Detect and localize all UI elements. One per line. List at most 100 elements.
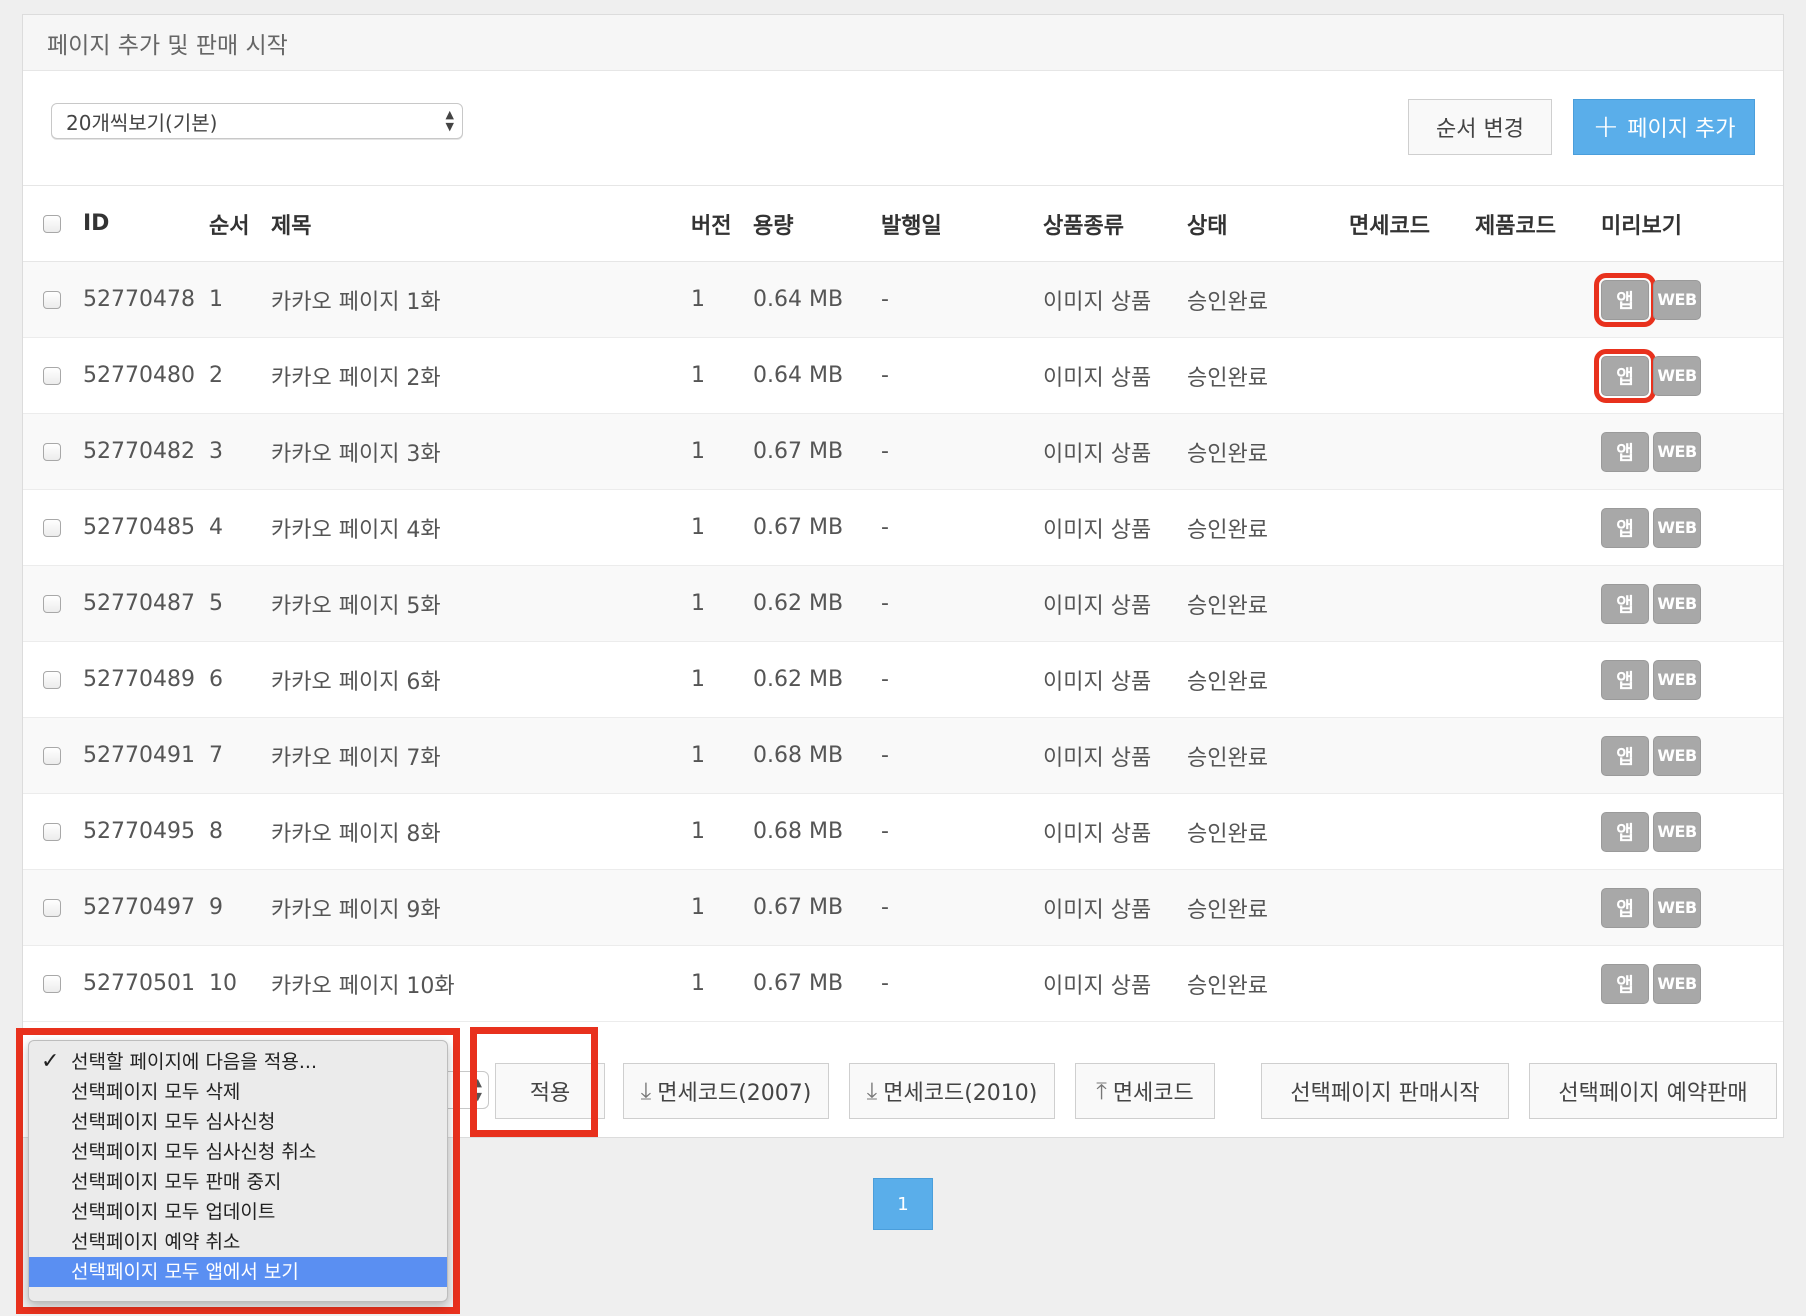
cell-size: 0.68 MB <box>753 819 844 844</box>
preview-web-button[interactable]: WEB <box>1653 963 1701 1004</box>
cell-size: 0.64 MB <box>753 287 844 312</box>
upload-tax-code-button[interactable]: ⤒ 면세코드 <box>1075 1063 1215 1119</box>
dropdown-option[interactable]: 선택페이지 모두 심사신청 <box>29 1107 447 1137</box>
reserve-sale-selected-button[interactable]: 선택페이지 예약판매 <box>1529 1063 1777 1119</box>
preview-app-button[interactable]: 앱 <box>1601 507 1649 548</box>
cell-id: 52770482 <box>83 439 195 464</box>
cell-type: 이미지 상품 <box>1043 821 1152 847</box>
row-checkbox[interactable] <box>43 443 61 461</box>
preview-web-button[interactable]: WEB <box>1653 659 1701 700</box>
row-checkbox[interactable] <box>43 367 61 385</box>
cell-product-code <box>1475 946 1601 1022</box>
dropdown-option-label: 선택페이지 모두 심사신청 취소 <box>71 1141 317 1163</box>
upload-icon: ⤒ <box>1096 1077 1107 1105</box>
cell-version: 1 <box>691 515 705 540</box>
preview-app-button[interactable]: 앱 <box>1601 659 1649 700</box>
download-tax-code-2010-button[interactable]: ⤓ 면세코드(2010) <box>849 1063 1055 1119</box>
dropdown-option[interactable]: 선택페이지 모두 삭제 <box>29 1077 447 1107</box>
change-order-button[interactable]: 순서 변경 <box>1408 99 1552 155</box>
page-button-1[interactable]: 1 <box>873 1178 933 1230</box>
cell-tax-code <box>1349 566 1475 642</box>
start-sale-selected-button[interactable]: 선택페이지 판매시작 <box>1261 1063 1509 1119</box>
dropdown-option[interactable]: 선택페이지 모두 앱에서 보기 <box>29 1257 447 1287</box>
preview-app-button[interactable]: 앱 <box>1601 887 1649 928</box>
cell-title: 카카오 페이지 7화 <box>271 745 441 771</box>
preview-web-button[interactable]: WEB <box>1653 279 1701 320</box>
cell-product-code <box>1475 794 1601 870</box>
dropdown-option[interactable]: ✓ 선택할 페이지에 다음을 적용... <box>29 1047 447 1077</box>
preview-buttons: 앱 WEB <box>1601 583 1701 624</box>
preview-app-button[interactable]: 앱 <box>1601 811 1649 852</box>
preview-buttons: 앱 WEB <box>1601 811 1701 852</box>
select-arrows-icon: ▲ ▼ <box>445 108 454 133</box>
preview-buttons: 앱 WEB <box>1594 272 1701 327</box>
row-checkbox[interactable] <box>43 975 61 993</box>
preview-web-button[interactable]: WEB <box>1653 811 1701 852</box>
table-row: 52770489 6 카카오 페이지 6화 1 0.62 MB - 이미지 상품 승인완료 앱 W… <box>23 641 1783 718</box>
dropdown-option[interactable]: 선택페이지 예약 취소 <box>29 1227 447 1257</box>
row-checkbox[interactable] <box>43 291 61 309</box>
cell-id: 52770491 <box>83 743 195 768</box>
plus-icon: + <box>1592 106 1620 145</box>
cell-status: 승인완료 <box>1187 289 1268 315</box>
preview-web-button[interactable]: WEB <box>1653 355 1701 396</box>
dropdown-option-label: 선택페이지 예약 취소 <box>71 1231 241 1253</box>
dropdown-option-label: 선택페이지 모두 앱에서 보기 <box>71 1261 299 1283</box>
dropdown-option[interactable]: 선택페이지 모두 판매 중지 <box>29 1167 447 1197</box>
dropdown-option[interactable]: 선택페이지 모두 심사신청 취소 <box>29 1137 447 1167</box>
preview-web-button[interactable]: WEB <box>1653 735 1701 776</box>
col-header-type: 상품종류 <box>1043 213 1124 239</box>
row-checkbox[interactable] <box>43 899 61 917</box>
preview-app-button[interactable]: 앱 <box>1601 431 1649 472</box>
cell-type: 이미지 상품 <box>1043 365 1152 391</box>
cell-tax-code <box>1349 794 1475 870</box>
preview-app-button[interactable]: 앱 <box>1601 963 1649 1004</box>
download-tax-code-2007-button[interactable]: ⤓ 면세코드(2007) <box>623 1063 829 1119</box>
preview-app-button[interactable]: 앱 <box>1594 272 1656 327</box>
row-checkbox[interactable] <box>43 747 61 765</box>
cell-type: 이미지 상품 <box>1043 745 1152 771</box>
col-header-title: 제목 <box>271 213 312 239</box>
table-row: 52770480 2 카카오 페이지 2화 1 0.64 MB - 이미지 상품 승인완료 앱 W… <box>23 337 1783 414</box>
row-checkbox[interactable] <box>43 823 61 841</box>
cell-date: - <box>881 971 889 996</box>
row-checkbox[interactable] <box>43 519 61 537</box>
row-checkbox[interactable] <box>43 671 61 689</box>
cell-tax-code <box>1349 870 1475 946</box>
table-row: 52770495 8 카카오 페이지 8화 1 0.68 MB - 이미지 상품 승인완료 앱 W… <box>23 793 1783 870</box>
preview-buttons: 앱 WEB <box>1601 963 1701 1004</box>
preview-app-button[interactable]: 앱 <box>1594 348 1656 403</box>
cell-date: - <box>881 515 889 540</box>
add-page-label: 페이지 추가 <box>1627 117 1736 142</box>
dropdown-option-label: 선택페이지 모두 심사신청 <box>71 1111 276 1133</box>
preview-web-button[interactable]: WEB <box>1653 431 1701 472</box>
cell-order: 7 <box>209 743 223 768</box>
preview-buttons: 앱 WEB <box>1594 348 1701 403</box>
cell-title: 카카오 페이지 10화 <box>271 973 455 999</box>
cell-version: 1 <box>691 591 705 616</box>
cell-date: - <box>881 363 889 388</box>
cell-type: 이미지 상품 <box>1043 593 1152 619</box>
cell-type: 이미지 상품 <box>1043 897 1152 923</box>
row-checkbox[interactable] <box>43 595 61 613</box>
table-row: 52770482 3 카카오 페이지 3화 1 0.67 MB - 이미지 상품 승인완료 앱 W… <box>23 413 1783 490</box>
table-row: 52770478 1 카카오 페이지 1화 1 0.64 MB - 이미지 상품 승인완료 앱 W… <box>23 261 1783 338</box>
cell-order: 2 <box>209 363 223 388</box>
preview-app-button[interactable]: 앱 <box>1601 583 1649 624</box>
cell-date: - <box>881 591 889 616</box>
preview-web-button[interactable]: WEB <box>1653 887 1701 928</box>
col-header-size: 용량 <box>753 213 794 239</box>
table-row: 52770485 4 카카오 페이지 4화 1 0.67 MB - 이미지 상품 승인완료 앱 W… <box>23 489 1783 566</box>
preview-app-button[interactable]: 앱 <box>1601 735 1649 776</box>
add-page-button[interactable]: + 페이지 추가 <box>1573 99 1755 155</box>
preview-web-button[interactable]: WEB <box>1653 507 1701 548</box>
cell-status: 승인완료 <box>1187 745 1268 771</box>
cell-order: 4 <box>209 515 223 540</box>
preview-web-button[interactable]: WEB <box>1653 583 1701 624</box>
select-all-checkbox[interactable] <box>43 215 61 233</box>
dropdown-option[interactable]: 선택페이지 모두 업데이트 <box>29 1197 447 1227</box>
per-page-select[interactable]: 20개씩보기(기본) ▲ ▼ <box>51 103 463 139</box>
cell-order: 10 <box>209 971 237 996</box>
cell-version: 1 <box>691 819 705 844</box>
cell-size: 0.62 MB <box>753 667 844 692</box>
